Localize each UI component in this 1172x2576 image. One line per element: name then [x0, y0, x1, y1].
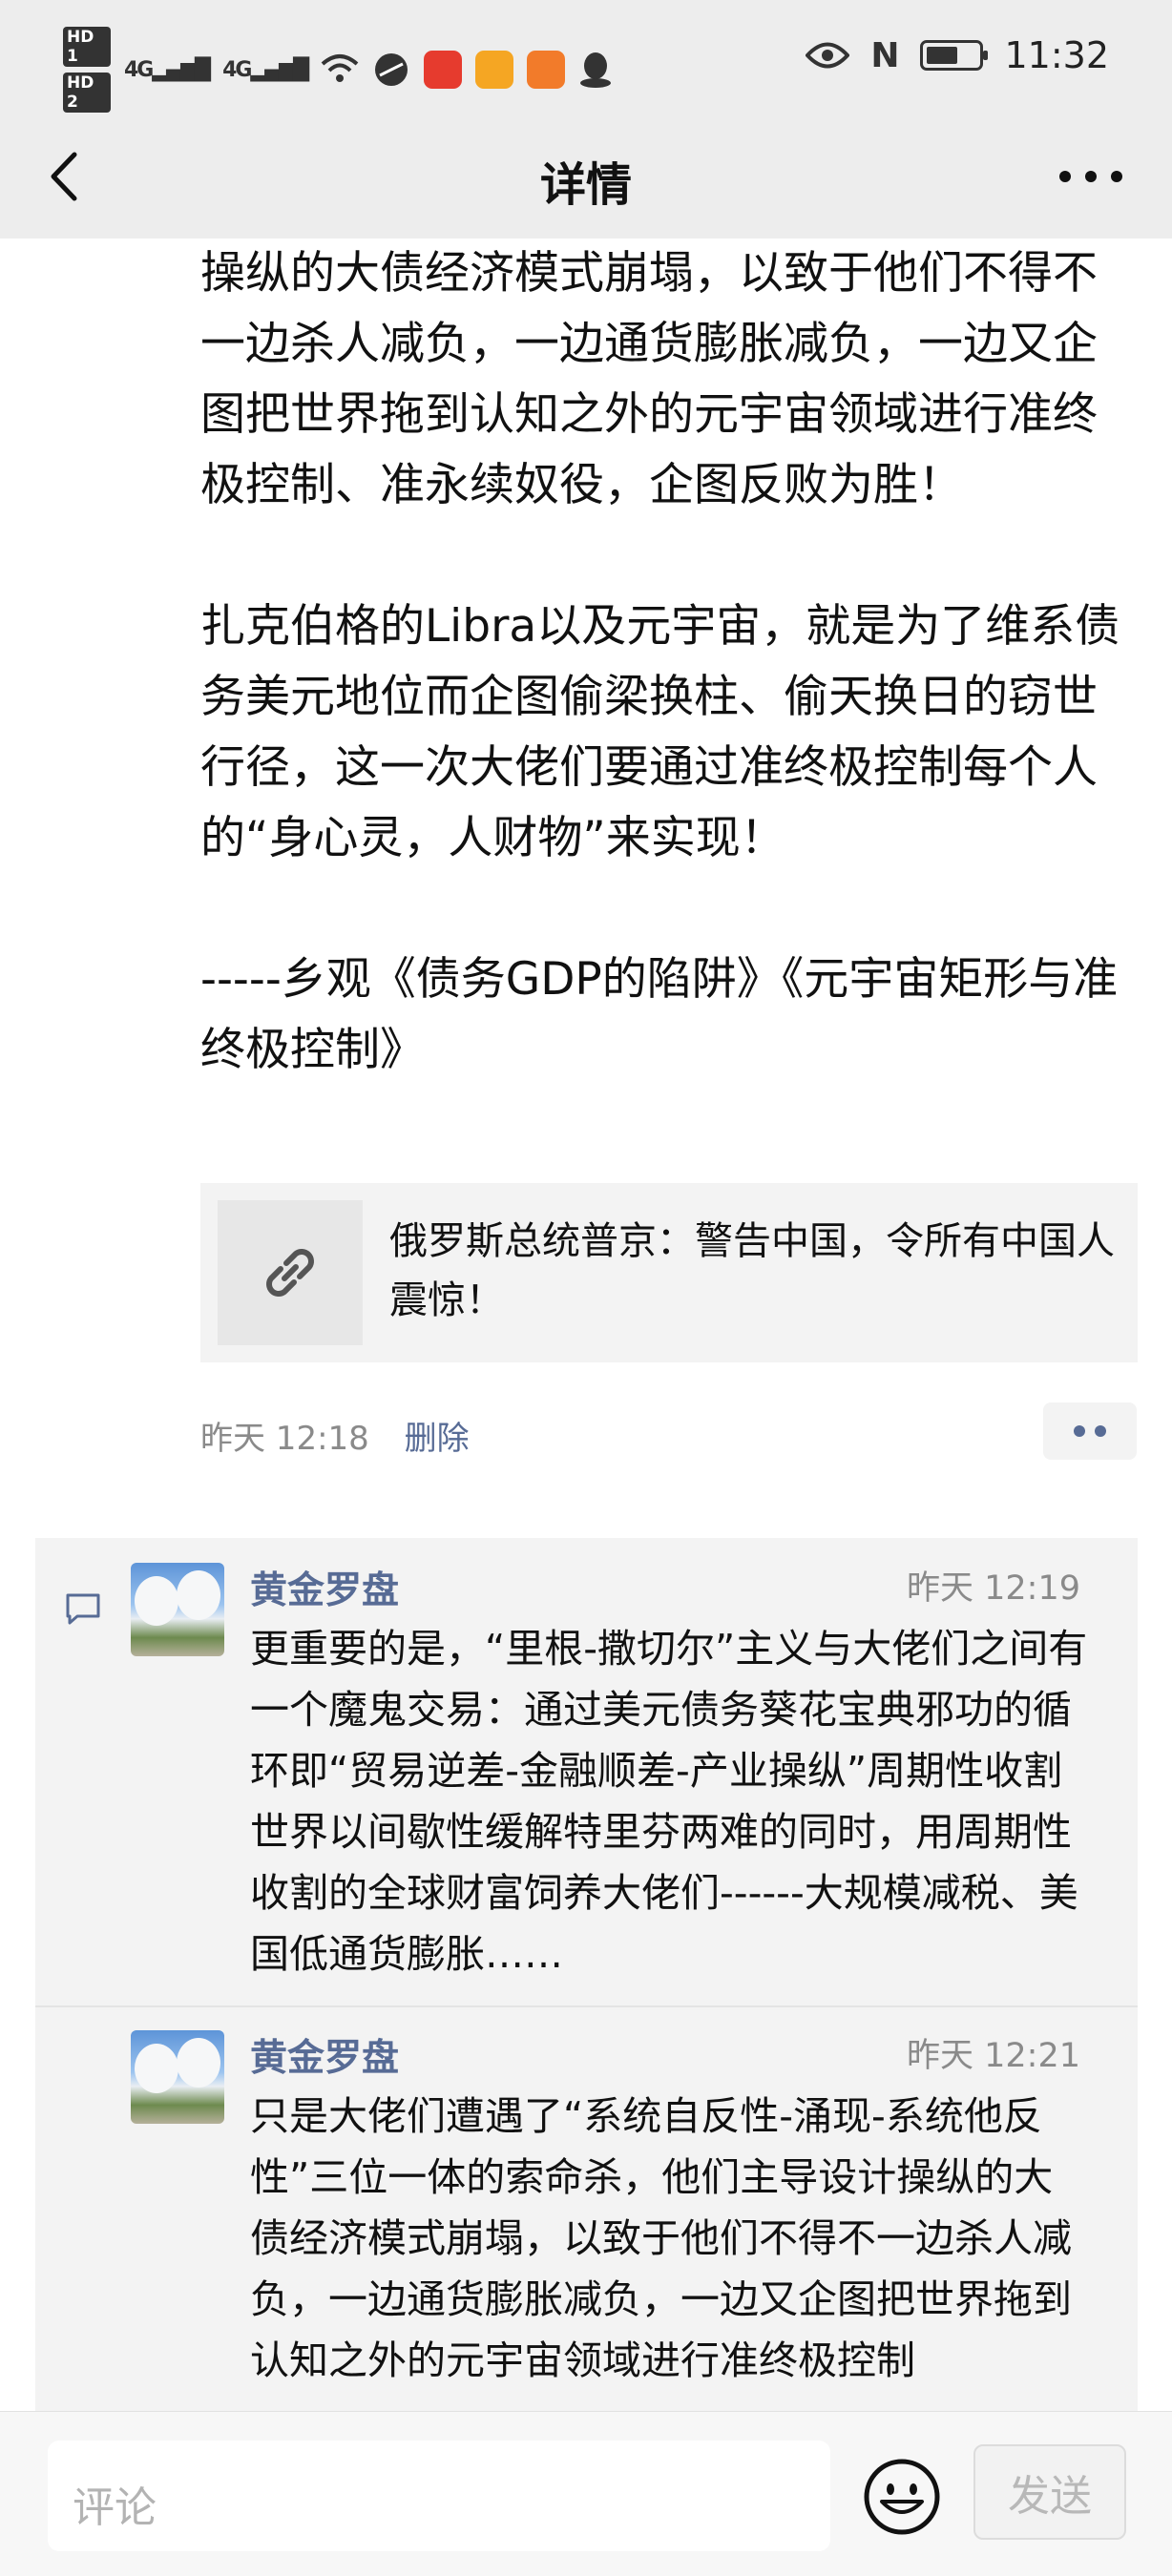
signal-icon-2: 4G▂▄▆█ [222, 57, 309, 82]
avatar[interactable] [131, 1563, 224, 1656]
comment-text: 只是大佬们遭遇了“系统自反性-涌现-系统他反性”三位一体的索命杀，他们主导设计操… [250, 2093, 1072, 2383]
delete-link[interactable]: 删除 [405, 1420, 470, 1458]
comment-icon [66, 1593, 100, 1625]
send-button[interactable]: 发送 [973, 2444, 1126, 2540]
news-app-icon [424, 51, 463, 89]
cup-app-icon [475, 51, 514, 89]
comment-bar: 评论 发送 [0, 2411, 1172, 2576]
nav-bar: 详情 [0, 114, 1172, 239]
commenter-name[interactable]: 黄金罗盘 [250, 2028, 399, 2082]
divider [35, 2005, 1138, 2007]
post-paragraph: 扎克伯格的Libra以及元宇宙，就是为了维系债务美元地位而企图偷梁换柱、偷天换日… [200, 600, 1120, 864]
qq-icon [580, 52, 612, 88]
emoji-icon[interactable] [863, 2458, 941, 2536]
link-icon [266, 1249, 314, 1297]
more-icon[interactable] [1057, 162, 1124, 191]
hd2-badge: HD 2 [63, 73, 111, 113]
wifi-icon [321, 54, 359, 82]
post-time: 昨天 12:18 [200, 1420, 369, 1458]
browser-icon [375, 53, 408, 86]
comment-text: 更重要的是，“里根-撒切尔”主义与大佬们之间有一个魔鬼交易：通过美元债务葵花宝典… [250, 1626, 1088, 1977]
link-title: 俄罗斯总统普京：警告中国，令所有中国人震惊！ [389, 1219, 1115, 1322]
commenter-name[interactable]: 黄金罗盘 [250, 1561, 399, 1614]
comment-input[interactable]: 评论 [48, 2441, 830, 2551]
signal-icon: 4G▂▄▆█ [124, 57, 211, 82]
video-app-icon [527, 51, 566, 89]
post-body: 操纵的大债经济模式崩塌，以致于他们不得不一边杀人减负，一边通货膨胀减负，一边又企… [200, 239, 1136, 1156]
comment-placeholder: 评论 [73, 2483, 157, 2532]
status-bar: HD 1 HD 2 4G▂▄▆█ 4G▂▄▆█ N 11:32 [0, 0, 1172, 114]
link-card[interactable]: 俄罗斯总统普京：警告中国，令所有中国人震惊！ [200, 1183, 1138, 1362]
actions-button[interactable] [1043, 1402, 1137, 1460]
post-paragraph: 操纵的大债经济模式崩塌，以致于他们不得不一边杀人减负，一边通货膨胀减负，一边又企… [200, 247, 1098, 511]
eye-icon [806, 42, 850, 69]
link-thumbnail [218, 1200, 363, 1345]
clock: 11:32 [1004, 34, 1109, 76]
battery-icon [920, 40, 989, 71]
comments-section: 黄金罗盘 昨天 12:19 更重要的是，“里根-撒切尔”主义与大佬们之间有一个魔… [35, 1538, 1138, 2411]
nfc-icon: N [870, 35, 900, 75]
post-paragraph: -----乡观《债务GDP的陷阱》《元宇宙矩形与准终极控制》 [200, 953, 1119, 1076]
comment-time: 昨天 12:19 [907, 1569, 1080, 1608]
comment-time: 昨天 12:21 [907, 2037, 1080, 2075]
post-meta: 昨天 12:18 删除 [200, 1412, 470, 1459]
hd1-badge: HD 1 [63, 27, 111, 67]
avatar[interactable] [131, 2030, 224, 2124]
page-title: 详情 [539, 158, 632, 212]
